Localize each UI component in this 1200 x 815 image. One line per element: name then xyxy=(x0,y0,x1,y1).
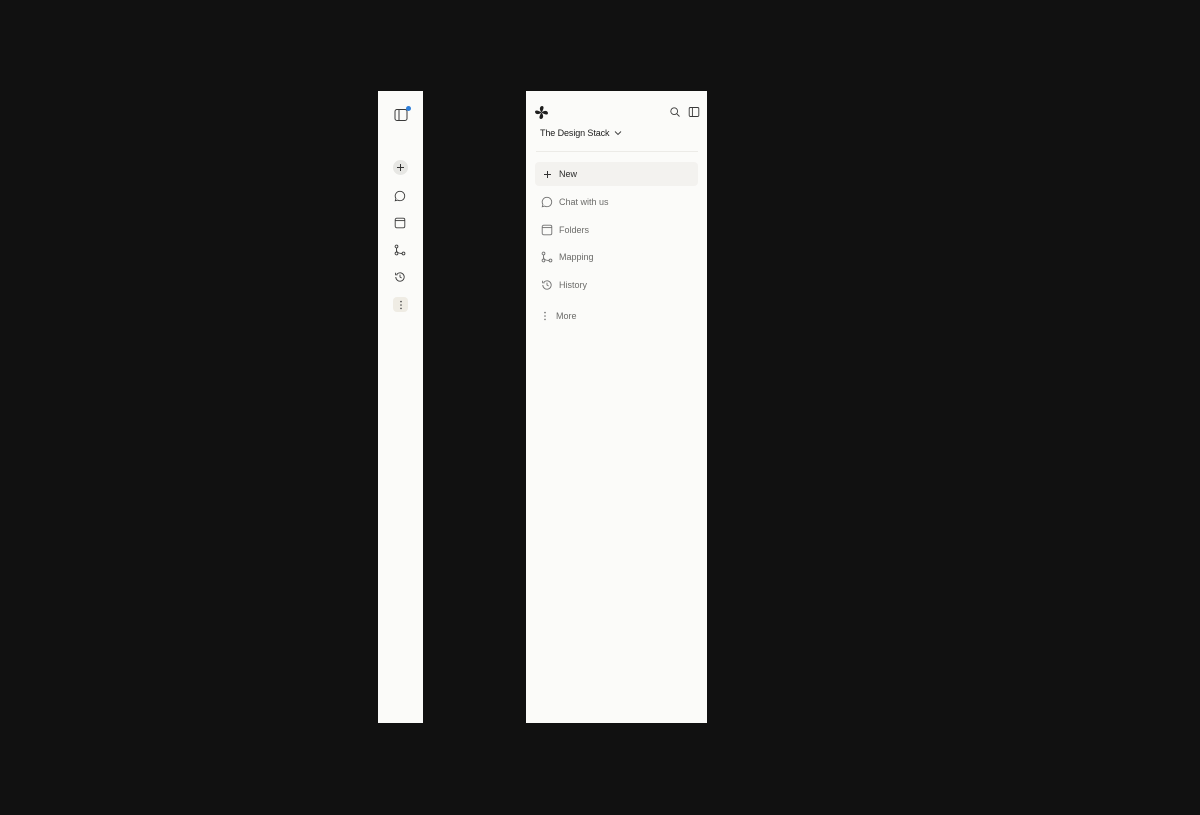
sidebar-toggle-icon xyxy=(688,107,700,117)
notification-dot xyxy=(406,106,411,111)
plus-icon xyxy=(541,168,553,180)
nav-more[interactable]: More xyxy=(535,304,698,328)
nav-history[interactable]: History xyxy=(535,273,698,297)
folder-icon xyxy=(394,217,406,229)
nav-more-label: More xyxy=(556,311,577,321)
divider xyxy=(536,151,698,152)
nav-history-label: History xyxy=(559,280,588,290)
nav-mapping[interactable]: Mapping xyxy=(535,245,698,269)
rail-chat-button[interactable] xyxy=(392,188,408,204)
rail-history-button[interactable] xyxy=(392,269,408,285)
chat-icon xyxy=(541,196,553,208)
nav-mapping-label: Mapping xyxy=(559,252,594,262)
folder-icon xyxy=(541,224,553,236)
search-icon xyxy=(670,107,680,117)
expand-sidebar-button[interactable] xyxy=(392,106,411,124)
more-vertical-icon xyxy=(399,300,402,309)
expanded-sidebar: The Design Stack New Chat with us Folder… xyxy=(526,91,707,723)
rail-mapping-button[interactable] xyxy=(392,242,408,258)
history-icon xyxy=(395,272,405,282)
workspace-name: The Design Stack xyxy=(540,128,610,138)
canvas: The Design Stack New Chat with us Folder… xyxy=(0,0,1200,815)
chevron-down-icon xyxy=(615,131,622,136)
rail-more-button[interactable] xyxy=(393,297,408,312)
rail-new-button[interactable] xyxy=(393,160,408,175)
nav-folders-label: Folders xyxy=(559,225,590,235)
collapse-sidebar-button[interactable] xyxy=(688,105,700,117)
nav-new-label: New xyxy=(559,169,578,179)
plus-icon xyxy=(397,164,404,171)
logo-icon xyxy=(535,106,548,119)
nav-folders[interactable]: Folders xyxy=(535,218,698,242)
history-icon xyxy=(541,279,553,291)
more-vertical-icon xyxy=(539,310,551,322)
nav-chat[interactable]: Chat with us xyxy=(535,190,698,214)
rail-folders-button[interactable] xyxy=(392,215,408,231)
nav-new[interactable]: New xyxy=(535,162,698,186)
mapping-icon xyxy=(541,251,553,263)
chat-icon xyxy=(394,190,406,202)
search-button[interactable] xyxy=(669,105,681,117)
collapsed-sidebar xyxy=(378,91,423,723)
mapping-icon xyxy=(394,244,406,256)
nav-chat-label: Chat with us xyxy=(559,197,609,207)
workspace-switcher[interactable]: The Design Stack xyxy=(540,128,622,138)
logo xyxy=(534,105,549,120)
